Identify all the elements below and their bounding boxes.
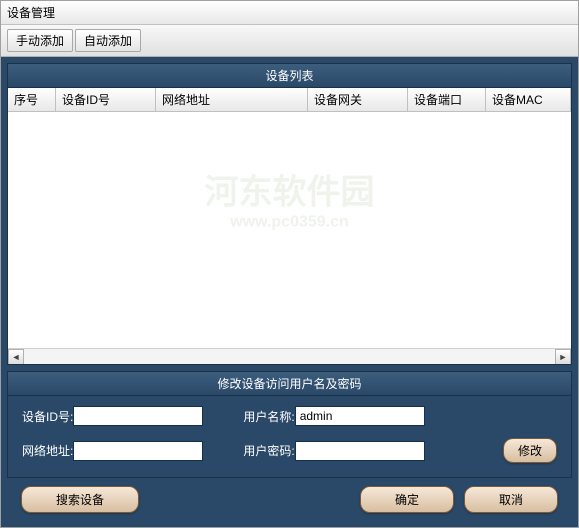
username-label: 用户名称: bbox=[243, 408, 294, 425]
edit-credentials-panel: 修改设备访问用户名及密码 设备ID号: 用户名称: 网络地址: 用户密码: 修改 bbox=[7, 371, 572, 478]
manual-add-button[interactable]: 手动添加 bbox=[7, 29, 73, 52]
net-addr-field[interactable] bbox=[73, 441, 203, 461]
edit-form: 设备ID号: 用户名称: 网络地址: 用户密码: 修改 bbox=[8, 396, 571, 477]
device-table: 河东软件园 www.pc0359.cn 序号 设备ID号 网络地址 设备网关 设… bbox=[8, 88, 571, 364]
watermark-title: 河东软件园 bbox=[205, 174, 375, 212]
main-area: 设备列表 河东软件园 www.pc0359.cn 序号 设备ID号 网络地址 设… bbox=[1, 57, 578, 527]
net-addr-label: 网络地址: bbox=[22, 442, 73, 459]
modify-button[interactable]: 修改 bbox=[503, 438, 557, 463]
password-field[interactable] bbox=[295, 441, 425, 461]
device-id-label: 设备ID号: bbox=[22, 408, 73, 425]
device-list-heading: 设备列表 bbox=[8, 64, 571, 88]
scroll-left-icon[interactable]: ◄ bbox=[8, 349, 24, 364]
toolbar: 手动添加 自动添加 bbox=[1, 25, 578, 57]
device-id-field[interactable] bbox=[73, 406, 203, 426]
col-index[interactable]: 序号 bbox=[8, 88, 56, 111]
edit-heading: 修改设备访问用户名及密码 bbox=[8, 372, 571, 396]
cancel-button[interactable]: 取消 bbox=[464, 486, 558, 513]
password-label: 用户密码: bbox=[243, 442, 294, 459]
auto-add-button[interactable]: 自动添加 bbox=[75, 29, 141, 52]
col-device-id[interactable]: 设备ID号 bbox=[56, 88, 156, 111]
window-title: 设备管理 bbox=[1, 1, 578, 25]
ok-button[interactable]: 确定 bbox=[360, 486, 454, 513]
search-device-button[interactable]: 搜索设备 bbox=[21, 486, 139, 513]
scroll-track[interactable] bbox=[24, 349, 555, 364]
device-manager-window: 设备管理 手动添加 自动添加 设备列表 河东软件园 www.pc0359.cn … bbox=[0, 0, 579, 528]
device-list-panel: 设备列表 河东软件园 www.pc0359.cn 序号 设备ID号 网络地址 设… bbox=[7, 63, 572, 365]
col-port[interactable]: 设备端口 bbox=[408, 88, 486, 111]
username-field[interactable] bbox=[295, 406, 425, 426]
watermark-url: www.pc0359.cn bbox=[205, 214, 375, 232]
table-header: 序号 设备ID号 网络地址 设备网关 设备端口 设备MAC bbox=[8, 88, 571, 112]
col-net-addr[interactable]: 网络地址 bbox=[156, 88, 308, 111]
h-scrollbar[interactable]: ◄ ► bbox=[8, 348, 571, 364]
bottom-button-row: 搜索设备 确定 取消 bbox=[7, 484, 572, 521]
col-gateway[interactable]: 设备网关 bbox=[308, 88, 408, 111]
scroll-right-icon[interactable]: ► bbox=[555, 349, 571, 364]
col-mac[interactable]: 设备MAC bbox=[486, 88, 571, 111]
watermark: 河东软件园 www.pc0359.cn bbox=[205, 165, 375, 232]
